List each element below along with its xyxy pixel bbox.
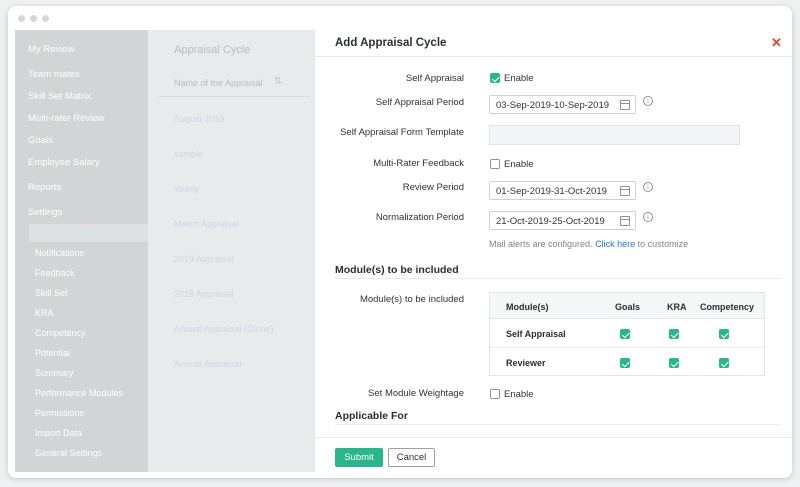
sidebar-sub-permissions[interactable]: Permissions (35, 408, 84, 418)
competency-checkbox[interactable] (719, 358, 729, 368)
module-weightage-enable-label[interactable]: Enable (504, 389, 534, 400)
column-header-modules: Module(s) (506, 302, 549, 312)
list-item[interactable]: March Appraisal (174, 219, 239, 229)
click-here-link[interactable]: Click here (595, 239, 635, 249)
sidebar-item-employee-salary[interactable]: Employee Salary (28, 157, 100, 168)
self-appraisal-period-value: 03-Sep-2019-10-Sep-2019 (496, 100, 610, 111)
sidebar-sub-import-data[interactable]: Import Data (35, 428, 82, 438)
window-dot-close[interactable] (18, 15, 25, 22)
goals-checkbox[interactable] (620, 358, 630, 368)
self-appraisal-form-template-label: Self Appraisal Form Template (340, 127, 464, 138)
cancel-button[interactable]: Cancel (388, 448, 435, 467)
self-appraisal-enable-label[interactable]: Enable (504, 73, 534, 84)
sidebar-item-multi-rater-review[interactable]: Multi-rater Review (28, 113, 105, 124)
normalization-period-label: Normalization Period (375, 212, 464, 223)
sidebar-sub-competency[interactable]: Competency (35, 328, 86, 338)
sidebar-item-reports[interactable]: Reports (28, 182, 61, 193)
multi-rater-feedback-enable-label[interactable]: Enable (504, 159, 534, 170)
dialog-header: Add Appraisal Cycle ✕ (315, 30, 792, 57)
dialog-footer: Submit Cancel (315, 437, 792, 472)
table-row: Reviewer (490, 349, 764, 377)
goals-checkbox[interactable] (620, 329, 630, 339)
list-item[interactable]: sample (174, 149, 203, 159)
kra-checkbox[interactable] (669, 358, 679, 368)
sidebar-sub-feedback[interactable]: Feedback (35, 268, 75, 278)
multi-rater-feedback-label: Multi-Rater Feedback (373, 158, 464, 169)
app-window: My Review Team mates Skill Set Matrix Mu… (8, 6, 792, 478)
sidebar-sub-general-settings[interactable]: General Settings (35, 448, 102, 458)
column-header-kra: KRA (667, 302, 687, 312)
column-header-competency: Competency (700, 302, 755, 312)
list-item[interactable]: August 2019 (174, 114, 225, 124)
sidebar-sub-kra[interactable]: KRA (35, 308, 54, 318)
list-item[interactable]: 2019 Appraisal (174, 254, 234, 264)
page-title: Appraisal Cycle (174, 44, 251, 56)
sidebar-sub-skill-set[interactable]: Skill Set (35, 288, 68, 298)
competency-checkbox[interactable] (719, 329, 729, 339)
normalization-period-value: 21-Oct-2019-25-Oct-2019 (496, 216, 605, 227)
sidebar-sub-performance-modules[interactable]: Performance Modules (35, 388, 123, 398)
list-item[interactable]: Yearly (174, 184, 199, 194)
table-row: Self Appraisal (490, 320, 764, 348)
self-appraisal-checkbox[interactable] (490, 73, 500, 83)
sidebar-sub-potential[interactable]: Potential (35, 348, 70, 358)
add-appraisal-cycle-dialog: Add Appraisal Cycle ✕ Self Appraisal Ena… (314, 30, 792, 472)
list-item[interactable]: Annual Appraisal (Clone) (174, 324, 274, 334)
review-period-field[interactable]: 01-Sep-2019-31-Oct-2019 (489, 181, 636, 200)
section-divider (335, 424, 781, 425)
modules-table-header: Module(s) Goals KRA Competency (490, 293, 764, 319)
modules-included-label: Module(s) to be included (359, 294, 464, 305)
list-item[interactable]: 2018 Appraisal (174, 289, 234, 299)
submit-button[interactable]: Submit (335, 448, 383, 467)
sidebar-item-skill-set-matrix[interactable]: Skill Set Matrix (28, 91, 91, 102)
column-header-goals: Goals (615, 302, 641, 312)
sidebar-item-team-mates[interactable]: Team mates (28, 69, 80, 80)
dialog-title: Add Appraisal Cycle (335, 37, 447, 49)
calendar-icon[interactable] (620, 100, 630, 110)
list-divider (158, 96, 310, 97)
mail-alert-text: Mail alerts are configured. (489, 239, 593, 249)
window-titlebar (8, 6, 792, 30)
self-appraisal-period-field[interactable]: 03-Sep-2019-10-Sep-2019 (489, 95, 636, 114)
section-divider (335, 278, 781, 279)
review-period-value: 01-Sep-2019-31-Oct-2019 (496, 186, 607, 197)
module-weightage-checkbox[interactable] (490, 389, 500, 399)
window-dot-maximize[interactable] (42, 15, 49, 22)
normalization-period-field[interactable]: 21-Oct-2019-25-Oct-2019 (489, 211, 636, 230)
calendar-icon[interactable] (620, 216, 630, 226)
mail-alert-suffix: to customize (637, 239, 689, 249)
list-item[interactable]: Annual Appraisal (174, 359, 242, 369)
sidebar-item-my-review[interactable]: My Review (28, 44, 74, 55)
mail-alert-note: Mail alerts are configured. Click here t… (489, 239, 688, 249)
sidebar-sub-notifications[interactable]: Notifications (35, 248, 84, 258)
sort-icon[interactable]: ⇅ (274, 76, 282, 87)
info-icon[interactable]: i (643, 212, 653, 222)
sidebar-item-goals[interactable]: Goals (28, 135, 53, 146)
modules-section-heading: Module(s) to be included (335, 264, 459, 276)
appraisal-cycle-list: Appraisal Cycle Name of the Appraisal ⇅ … (148, 30, 314, 472)
close-icon[interactable]: ✕ (771, 35, 782, 51)
module-name: Reviewer (506, 358, 546, 368)
info-icon[interactable]: i (643, 182, 653, 192)
self-appraisal-label: Self Appraisal (405, 73, 464, 84)
self-appraisal-form-template-select[interactable] (489, 125, 740, 145)
info-icon[interactable]: i (643, 96, 653, 106)
module-name: Self Appraisal (506, 329, 566, 339)
kra-checkbox[interactable] (669, 329, 679, 339)
sidebar: My Review Team mates Skill Set Matrix Mu… (15, 30, 148, 472)
sidebar-sub-summary[interactable]: Summary (35, 368, 74, 378)
sidebar-sub-appraisal-cycle[interactable]: Appraisal Cycle (35, 228, 98, 238)
review-period-label: Review Period (402, 182, 464, 193)
column-header-name[interactable]: Name of the Appraisal (174, 78, 263, 88)
set-module-weightage-label: Set Module Weightage (368, 388, 464, 399)
modules-table: Module(s) Goals KRA Competency Self Appr… (489, 292, 765, 376)
calendar-icon[interactable] (620, 186, 630, 196)
self-appraisal-period-label: Self Appraisal Period (375, 97, 464, 108)
applicable-for-heading: Applicable For (335, 410, 408, 422)
multi-rater-feedback-checkbox[interactable] (490, 159, 500, 169)
sidebar-item-settings[interactable]: Settings (28, 207, 62, 218)
window-dot-minimize[interactable] (30, 15, 37, 22)
